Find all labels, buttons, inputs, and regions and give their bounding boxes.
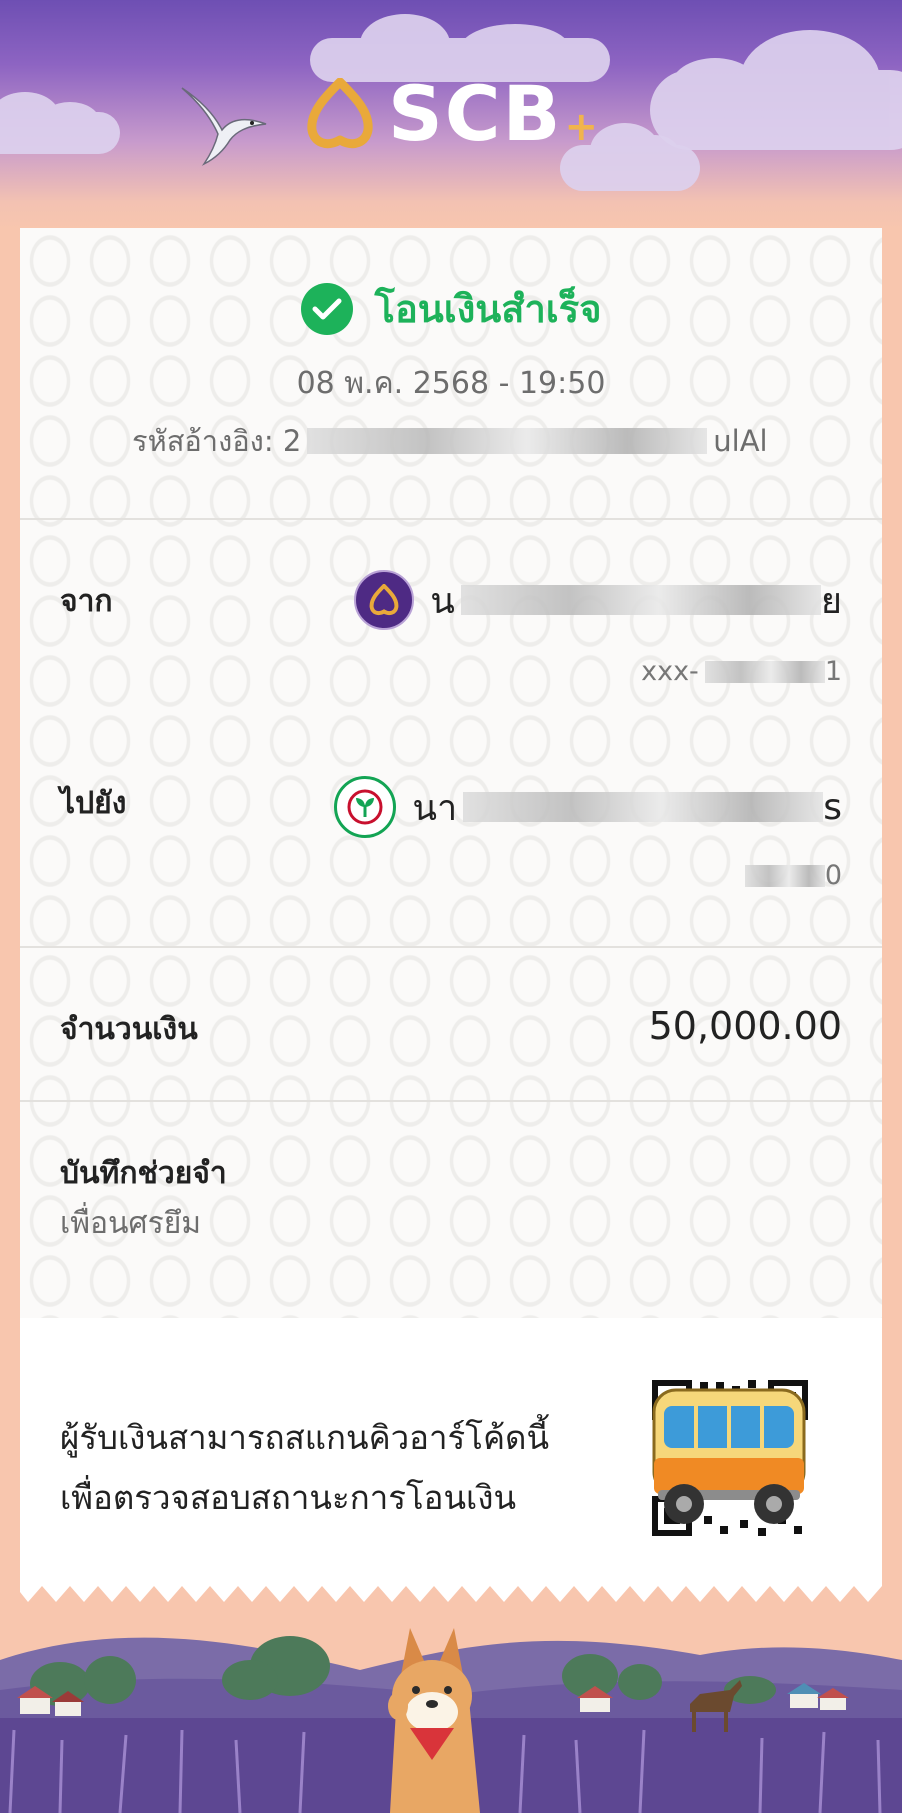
kbank-icon (334, 776, 397, 838)
amount-value: 50,000.00 (648, 1004, 842, 1048)
to-party: นา s (334, 776, 842, 838)
from-account-tail: 1 (824, 656, 842, 687)
qr-instruction-line2: เพื่อตรวจสอบสถานะการโอนเงิน (60, 1478, 517, 1517)
scb-bank-icon (354, 570, 415, 630)
status-text: โอนเงินสำเร็จ (374, 287, 602, 331)
cloud-decoration (650, 30, 902, 150)
lavender-field-illustration (0, 1628, 902, 1813)
from-name-end: ย (820, 580, 842, 622)
redacted-from-account (704, 660, 825, 683)
bus-icon (652, 1388, 806, 1524)
redacted-to-account (744, 864, 825, 887)
bird-icon (181, 87, 267, 166)
redacted-from-name (460, 585, 821, 615)
scb-logo: SCB + (306, 76, 598, 152)
to-account-tail: 0 (824, 860, 842, 891)
from-account-prefix: xxx- (641, 656, 699, 687)
logo-text: SCB (388, 69, 563, 158)
reference-line: รหัสอ้างอิง: 2 ulAl (132, 418, 768, 464)
status-section: โอนเงินสำเร็จ 08 พ.ค. 2568 - 19:50 รหัสอ… (20, 228, 882, 520)
qr-instruction: ผู้รับเงินสามารถสแกนคิวอาร์โค้ดนี้ เพื่อ… (60, 1408, 549, 1528)
to-account: 0 (739, 860, 842, 891)
from-name: น ย (430, 572, 842, 629)
qr-section: ผู้รับเงินสามารถสแกนคิวอาร์โค้ดนี้ เพื่อ… (20, 1318, 882, 1580)
transaction-datetime: 08 พ.ค. 2568 - 19:50 (296, 366, 606, 401)
reference-label: รหัสอ้างอิง: 2 (132, 424, 302, 458)
memo-label: บันทึกช่วยจำ (60, 1156, 227, 1191)
qr-instruction-line1: ผู้รับเงินสามารถสแกนคิวอาร์โค้ดนี้ (60, 1418, 550, 1457)
amount-label: จำนวนเงิน (60, 1012, 198, 1047)
memo-section: บันทึกช่วยจำ เพื่อนศรยึม (20, 1100, 882, 1318)
memo-value: เพื่อนศรยึม (60, 1206, 202, 1241)
qr-code[interactable] (648, 1376, 812, 1540)
header-banner: SCB + (0, 0, 902, 230)
reference-tail: ulAl (713, 424, 768, 458)
redacted-reference (307, 428, 708, 454)
from-label: จาก (60, 584, 113, 619)
receipt-card: โอนเงินสำเร็จ 08 พ.ค. 2568 - 19:50 รหัสอ… (20, 228, 882, 1580)
to-name-end: s (823, 786, 842, 828)
to-name-start: นา (412, 787, 458, 829)
cloud-decoration (0, 92, 120, 154)
from-account: xxx- 1 (641, 656, 842, 687)
logo-plus: + (564, 104, 598, 150)
from-name-start: น (430, 580, 455, 622)
to-label: ไปยัง (60, 786, 127, 821)
parties-section: จาก น ย xxx- 1 ไปยัง นา s 0 (20, 518, 882, 948)
check-circle-icon (300, 282, 353, 335)
status-row: โอนเงินสำเร็จ (20, 278, 882, 339)
amount-section: จำนวนเงิน 50,000.00 (20, 946, 882, 1102)
to-name: นา s (412, 779, 842, 836)
from-party: น ย (354, 570, 842, 630)
redacted-to-name (463, 792, 824, 822)
scb-lotus-icon (307, 78, 373, 149)
